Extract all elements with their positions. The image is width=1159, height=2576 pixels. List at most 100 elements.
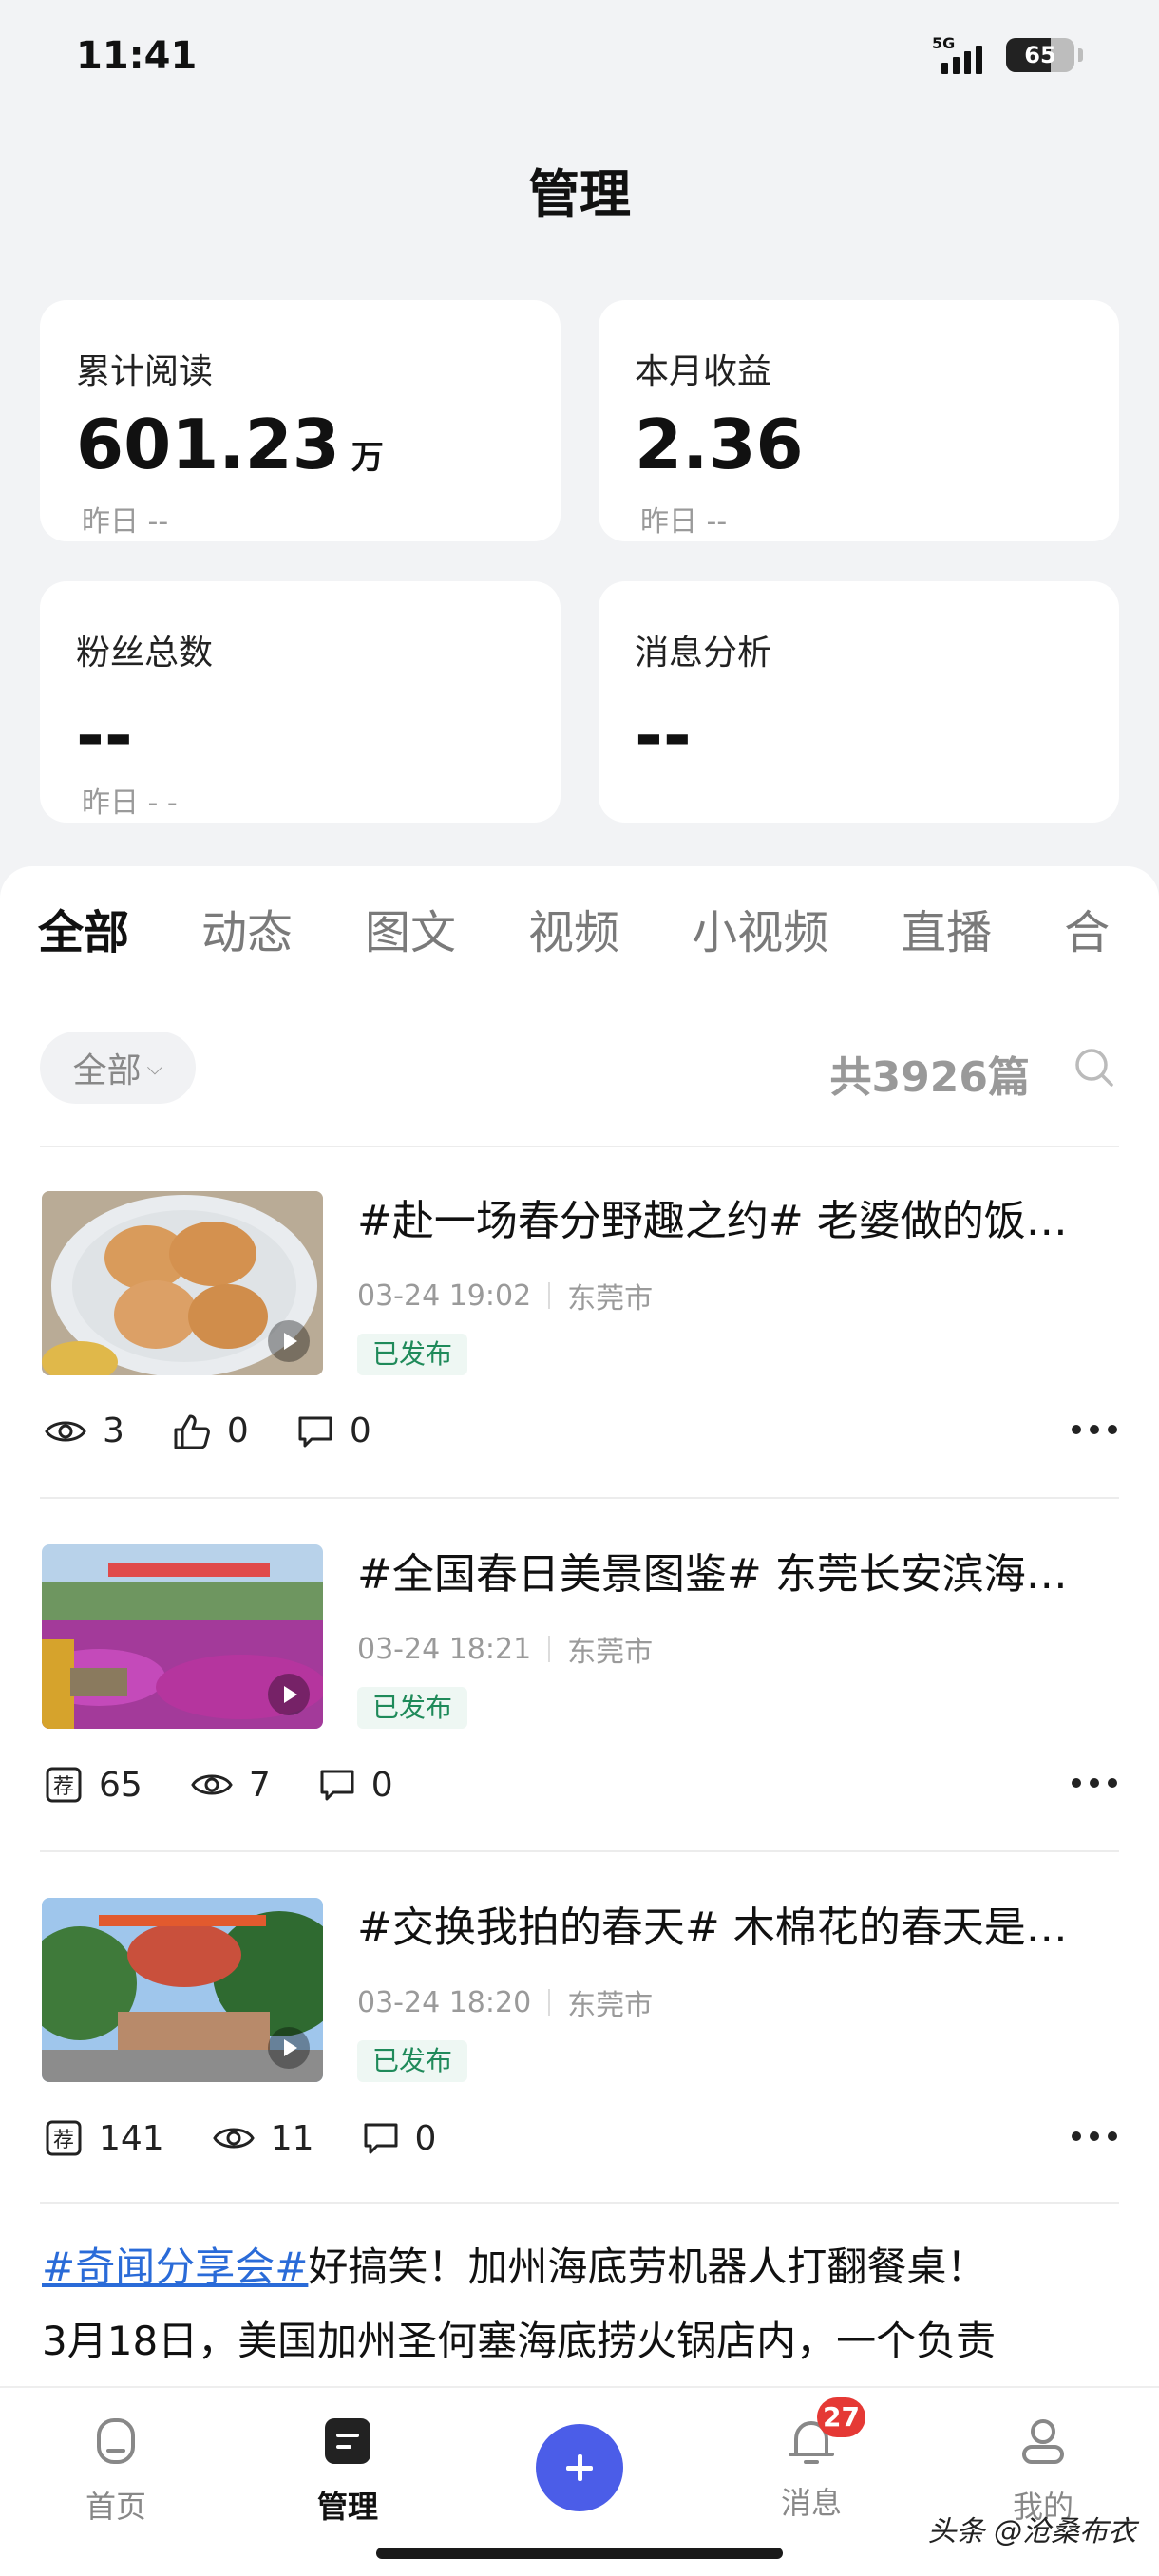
recommend-icon: 荐 bbox=[46, 1767, 82, 1803]
tab-updates[interactable]: 动态 bbox=[201, 895, 293, 971]
comments-count: 0 bbox=[349, 1411, 371, 1450]
card-yesterday: 昨日 -- bbox=[82, 505, 169, 539]
item-stats: 荐 65 7 0 bbox=[44, 1765, 441, 1805]
nav-manage[interactable]: 管理 bbox=[272, 2411, 424, 2527]
eye-icon bbox=[212, 2128, 255, 2149]
text-post[interactable]: #奇闻分享会#好搞笑！加州海底劳机器人打翻餐桌！ 3月18日，美国加州圣何塞海底… bbox=[42, 2230, 1125, 2378]
status-bar: 11:41 5G 65 bbox=[0, 0, 1159, 114]
nav-label: 管理 bbox=[316, 2489, 378, 2525]
video-thumbnail[interactable] bbox=[42, 1544, 323, 1729]
svg-text:荐: 荐 bbox=[53, 2129, 74, 2152]
views-stat: 7 bbox=[190, 1766, 271, 1805]
views-count: 3 bbox=[103, 1411, 124, 1450]
item-location: 东莞市 bbox=[567, 1989, 654, 2022]
tab-articles[interactable]: 图文 bbox=[365, 895, 456, 971]
item-meta: 03-24 19:02 东莞市 bbox=[357, 1275, 653, 1316]
item-meta: 03-24 18:20 东莞市 bbox=[357, 1981, 653, 2023]
tab-collection[interactable]: 合 bbox=[1064, 895, 1110, 971]
eye-icon bbox=[45, 1421, 86, 1441]
search-icon[interactable] bbox=[1070, 1043, 1119, 1092]
comments-stat: 0 bbox=[296, 1411, 371, 1450]
svg-text:荐: 荐 bbox=[53, 1775, 74, 1799]
card-value: -- bbox=[76, 695, 133, 775]
recommend-count: 65 bbox=[99, 1765, 142, 1805]
status-badge: 已发布 bbox=[357, 1687, 468, 1729]
card-value: 2.36 bbox=[635, 405, 804, 484]
item-date: 03-24 19:02 bbox=[357, 1279, 532, 1313]
list-item[interactable]: #交换我拍的春天# 木棉花的春天是… 03-24 18:20 东莞市 已发布 荐… bbox=[0, 1898, 1159, 2249]
play-icon bbox=[268, 1320, 310, 1362]
nav-messages[interactable]: 27 消息 bbox=[735, 2397, 887, 2523]
item-location: 东莞市 bbox=[567, 1636, 654, 1669]
nav-label: 消息 bbox=[780, 2485, 842, 2521]
item-location: 东莞市 bbox=[567, 1282, 654, 1316]
monthly-income-card[interactable]: 本月收益 2.36 昨日 -- bbox=[598, 300, 1119, 541]
add-button[interactable] bbox=[536, 2424, 623, 2511]
comments-count: 0 bbox=[370, 1765, 393, 1805]
nav-home[interactable]: 首页 bbox=[40, 2411, 192, 2527]
thumb-up-icon bbox=[174, 1414, 210, 1449]
divider bbox=[40, 2202, 1119, 2204]
filter-dropdown[interactable]: 全部 ⌵ bbox=[40, 1032, 196, 1104]
item-title[interactable]: #赴一场春分野趣之约# 老婆做的饭… bbox=[357, 1191, 1108, 1252]
list-item[interactable]: #全国春日美景图鉴# 东莞长安滨海… 03-24 18:21 东莞市 已发布 荐… bbox=[0, 1544, 1159, 1896]
comments-stat: 0 bbox=[318, 1766, 393, 1805]
item-title[interactable]: #交换我拍的春天# 木棉花的春天是… bbox=[357, 1898, 1108, 1959]
card-unit: 万 bbox=[351, 439, 384, 477]
divider bbox=[40, 1146, 1119, 1147]
recommend-stat: 荐 65 bbox=[44, 1765, 142, 1805]
eye-icon bbox=[191, 1774, 233, 1795]
card-value: -- bbox=[635, 695, 692, 775]
views-count: 11 bbox=[270, 2118, 314, 2158]
tab-live[interactable]: 直播 bbox=[901, 895, 992, 971]
item-stats: 荐 141 11 0 bbox=[44, 2118, 484, 2158]
divider bbox=[40, 1497, 1119, 1499]
likes-stat: 0 bbox=[172, 1411, 249, 1450]
comments-stat: 0 bbox=[362, 2118, 437, 2158]
post-line-1: 好搞笑！加州海底劳机器人打翻餐桌！ bbox=[308, 2244, 987, 2290]
total-count: 共3926篇 bbox=[829, 1053, 1030, 1102]
nav-label: 首页 bbox=[85, 2489, 146, 2525]
card-value: 601.23 万 bbox=[76, 405, 384, 484]
total-fans-card[interactable]: 粉丝总数 -- 昨日 - - bbox=[40, 581, 560, 823]
total-reads-card[interactable]: 累计阅读 601.23 万 昨日 -- bbox=[40, 300, 560, 541]
likes-count: 0 bbox=[226, 1411, 249, 1450]
filter-label: 全部 bbox=[72, 1051, 142, 1090]
more-options-icon[interactable] bbox=[1072, 1425, 1117, 1434]
card-yesterday: 昨日 - - bbox=[82, 786, 178, 820]
battery-icon: 65 bbox=[1006, 38, 1074, 72]
card-label: 消息分析 bbox=[635, 634, 772, 672]
status-time: 11:41 bbox=[76, 34, 198, 78]
more-options-icon[interactable] bbox=[1072, 2131, 1117, 2141]
status-badge: 已发布 bbox=[357, 2040, 468, 2082]
video-thumbnail[interactable] bbox=[42, 1191, 323, 1375]
item-title[interactable]: #全国春日美景图鉴# 东莞长安滨海… bbox=[357, 1544, 1108, 1605]
video-thumbnail[interactable] bbox=[42, 1898, 323, 2082]
status-icons: 5G 65 bbox=[932, 34, 1083, 76]
views-stat: 3 bbox=[44, 1411, 124, 1450]
signal-icon: 5G bbox=[932, 34, 993, 76]
comment-icon bbox=[320, 1770, 354, 1801]
bell-icon-wrap: 27 bbox=[781, 2397, 865, 2472]
comments-count: 0 bbox=[414, 2118, 437, 2158]
comment-icon bbox=[298, 1416, 332, 1447]
views-count: 7 bbox=[248, 1765, 271, 1805]
more-options-icon[interactable] bbox=[1072, 1778, 1117, 1788]
card-label: 累计阅读 bbox=[76, 352, 214, 391]
tab-videos[interactable]: 视频 bbox=[528, 895, 619, 971]
list-item[interactable]: #赴一场春分野趣之约# 老婆做的饭… 03-24 19:02 东莞市 已发布 3… bbox=[0, 1191, 1159, 1543]
play-icon bbox=[268, 1674, 310, 1715]
play-icon bbox=[268, 2027, 310, 2069]
watermark: 头条 @沧桑布衣 bbox=[927, 2515, 1136, 2548]
tab-short-videos[interactable]: 小视频 bbox=[692, 895, 828, 971]
chevron-down-icon: ⌵ bbox=[146, 1055, 163, 1080]
home-indicator[interactable] bbox=[376, 2548, 783, 2559]
message-analysis-card[interactable]: 消息分析 -- bbox=[598, 581, 1119, 823]
hashtag-link[interactable]: #奇闻分享会# bbox=[42, 2244, 308, 2290]
tab-all[interactable]: 全部 bbox=[38, 895, 129, 971]
content-tabs: 全部 动态 图文 视频 小视频 直播 合 bbox=[38, 895, 1110, 971]
battery-level: 65 bbox=[1024, 42, 1056, 68]
item-meta: 03-24 18:21 东莞市 bbox=[357, 1628, 653, 1670]
item-date: 03-24 18:21 bbox=[357, 1632, 532, 1666]
card-label: 粉丝总数 bbox=[76, 634, 214, 672]
